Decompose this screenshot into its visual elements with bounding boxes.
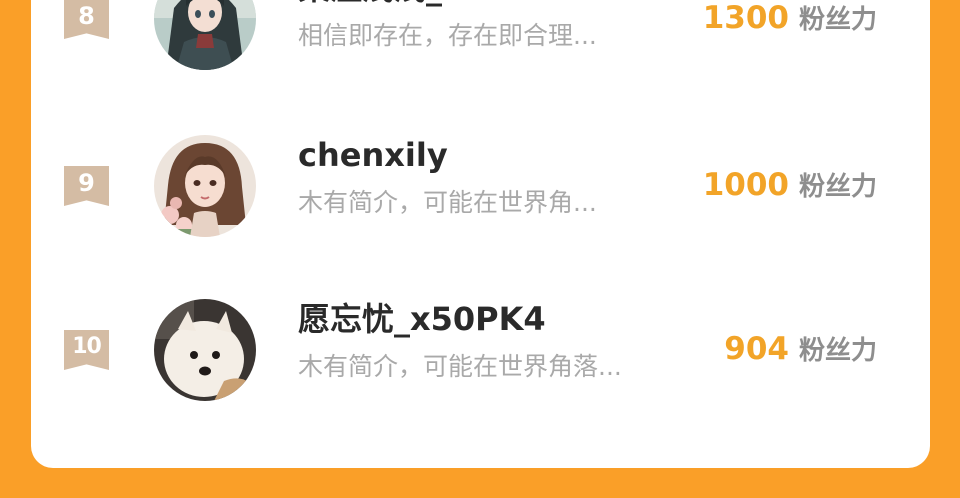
ranking-row[interactable]: 9 chenxily 木有简介，可能在世界角... 1000 粉丝力 xyxy=(31,135,930,245)
fans-count: 1000 xyxy=(702,167,789,203)
rank-badge: 10 xyxy=(64,330,109,370)
rank-badge: 9 xyxy=(64,166,109,206)
fans-power: 904 粉丝力 xyxy=(724,329,877,374)
user-name[interactable]: 愿忘忧_x50PK4 xyxy=(298,299,546,339)
avatar[interactable] xyxy=(154,135,256,237)
anime-girl-avatar-icon xyxy=(154,0,256,70)
fans-count: 904 xyxy=(724,331,789,367)
dog-avatar-icon xyxy=(154,299,256,401)
user-bio: 木有简介，可能在世界角... xyxy=(298,188,597,217)
fans-unit: 粉丝力 xyxy=(798,336,877,366)
fans-unit: 粉丝力 xyxy=(798,5,877,35)
ranking-row[interactable]: 10 愿忘忧_x50PK4 木有简介，可能在世界角落... 904 粉丝力 xyxy=(31,299,930,409)
flower-girl-avatar-icon xyxy=(154,135,256,237)
avatar[interactable] xyxy=(154,299,256,401)
fans-power: 1300 粉丝力 xyxy=(703,0,877,43)
ranking-row[interactable]: 8 柔温浅浅_Dm8z... 相信即存在，存在即合理... 1300 粉丝力 xyxy=(31,0,930,78)
user-bio: 木有简介，可能在世界角落... xyxy=(298,352,622,381)
ranking-card: 8 柔温浅浅_Dm8z... 相信即存在，存在即合理... 1300 粉丝力 9 xyxy=(31,0,930,468)
fans-unit: 粉丝力 xyxy=(798,172,877,202)
user-name[interactable]: chenxily xyxy=(298,135,448,175)
avatar[interactable] xyxy=(154,0,256,70)
user-bio: 相信即存在，存在即合理... xyxy=(298,21,597,50)
user-name[interactable]: 柔温浅浅_Dm8z... xyxy=(298,0,579,8)
fans-power: 1000 粉丝力 xyxy=(703,165,877,210)
fans-count: 1300 xyxy=(702,0,789,36)
rank-badge: 8 xyxy=(64,0,109,39)
